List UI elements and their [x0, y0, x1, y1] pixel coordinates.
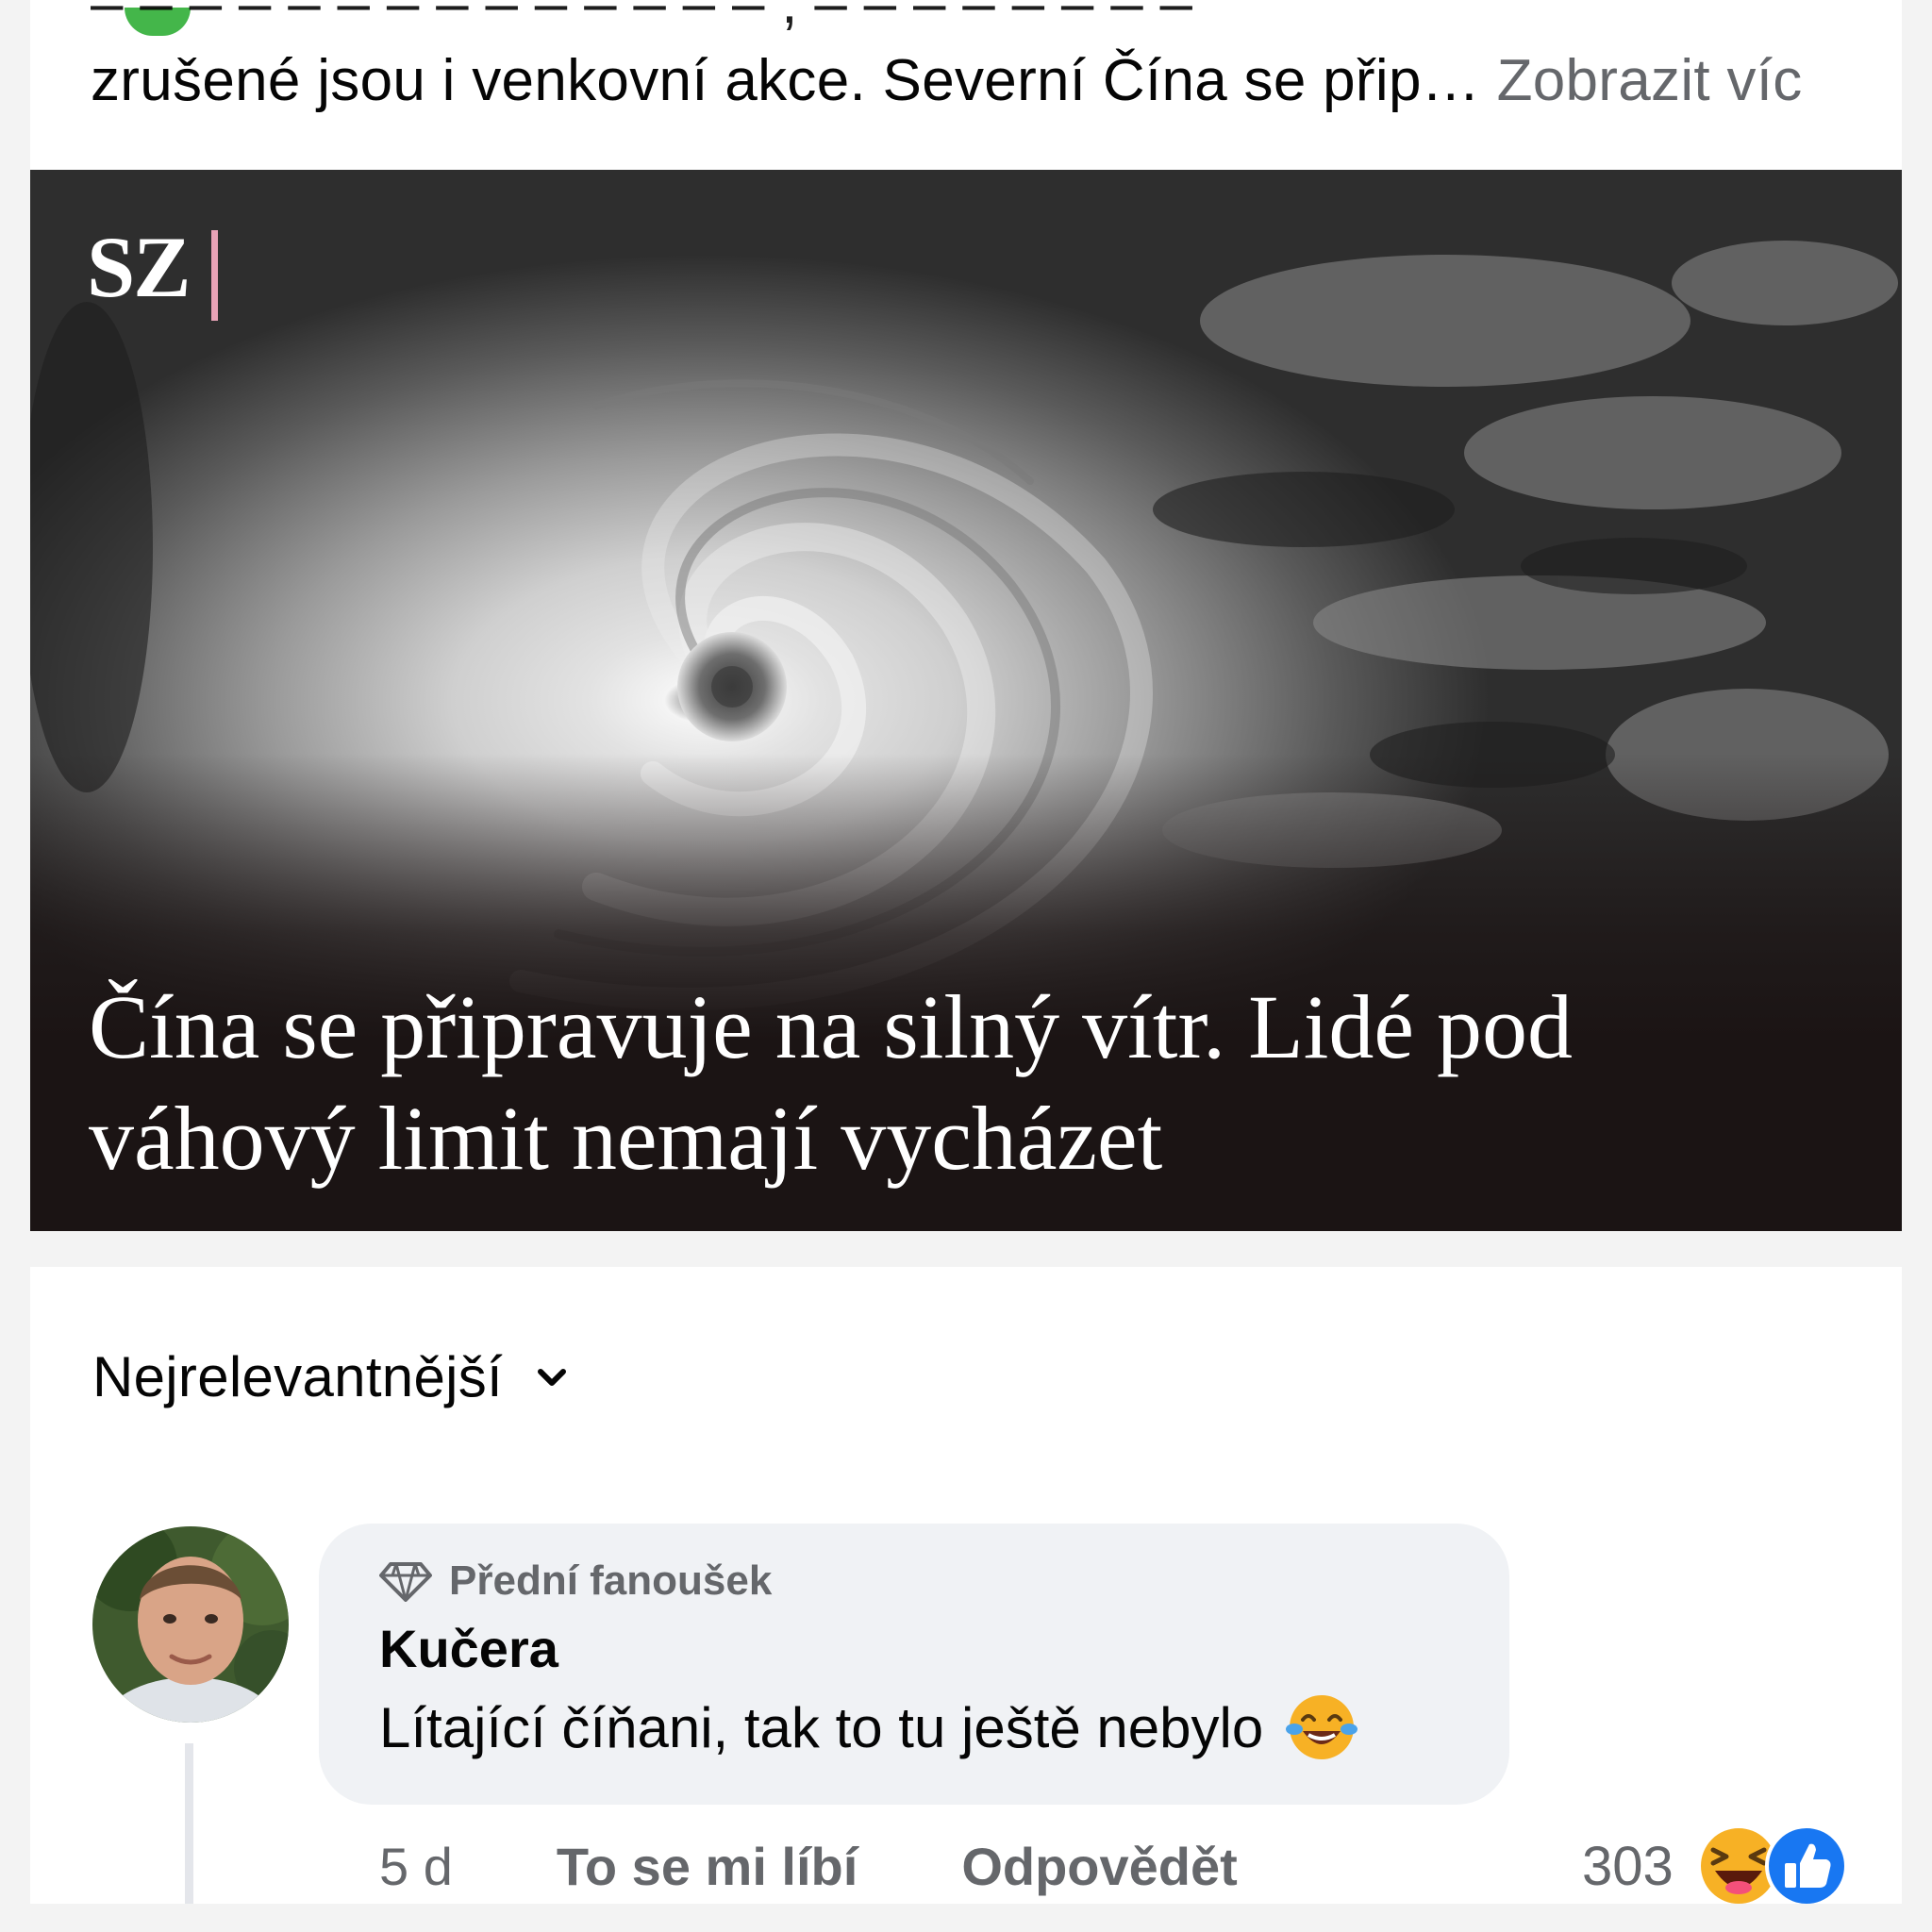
see-more-link[interactable]: Zobrazit víc — [1497, 48, 1803, 113]
reply-thread-line — [185, 1743, 193, 1904]
comment-sort-label: Nejrelevantnější — [92, 1345, 504, 1408]
avatar[interactable] — [92, 1526, 289, 1723]
reply-button[interactable]: Odpovědět — [961, 1836, 1237, 1897]
chevron-down-icon — [538, 1368, 567, 1386]
comments-section: Nejrelevantnější Přední fanoušek Kučera … — [30, 1267, 1902, 1907]
comment-timestamp: 5 d — [379, 1837, 453, 1896]
section-divider — [30, 1231, 1902, 1267]
comment-bubble[interactable]: Přední fanoušek Kučera Lítající číňani, … — [319, 1524, 1509, 1805]
top-fan-badge: Přední fanoušek — [379, 1557, 772, 1605]
reaction-summary[interactable]: 303 — [1582, 1824, 1849, 1908]
post-text-block: – – – – – – – – – – – – – – , – – – – – … — [30, 0, 1902, 170]
link-preview-card[interactable]: SZ Čína se připravuje na silný vítr. Lid… — [30, 170, 1902, 1231]
post-text: zrušené jsou i venkovní akce. Severní Čí… — [91, 48, 1481, 113]
post-text-clipped-line: – – – – – – – – – – – – – – , – – – – – … — [91, 0, 1193, 36]
comment-text-line: Lítající číňani, tak to tu ještě nebylo — [379, 1690, 1359, 1765]
preview-headline-line-2: váhový limit nemají vycházet — [89, 1088, 1163, 1189]
comment-text: Lítající číňani, tak to tu ještě nebylo — [379, 1695, 1264, 1759]
avatar-photo — [92, 1526, 289, 1723]
bottom-edge — [0, 1904, 1932, 1932]
comment-view: – – – – – – – – – – – – – – , – – – – – … — [0, 0, 1932, 1932]
comment-sort-dropdown[interactable]: Nejrelevantnější — [92, 1344, 569, 1409]
top-fan-badge-label: Přední fanoušek — [449, 1557, 773, 1604]
reaction-count: 303 — [1582, 1835, 1674, 1897]
comment-author[interactable]: Kučera — [379, 1618, 558, 1679]
like-reaction-icon — [1764, 1824, 1848, 1907]
preview-headline[interactable]: Čína se připravuje na silný vítr. Lidé p… — [89, 972, 1843, 1194]
comment-actions: 5 d To se mi líbí Odpovědět — [379, 1836, 1238, 1897]
like-comment-button[interactable]: To se mi líbí — [557, 1836, 858, 1897]
preview-headline-line-1: Čína se připravuje na silný vítr. Lidé p… — [89, 976, 1574, 1077]
source-logo: SZ — [87, 219, 192, 315]
face-with-tears-of-joy-icon — [1286, 1695, 1358, 1759]
source-logo-accent — [211, 230, 218, 321]
post-text-line: zrušené jsou i venkovní akce. Severní Čí… — [91, 47, 1803, 114]
diamond-icon — [379, 1562, 432, 1602]
